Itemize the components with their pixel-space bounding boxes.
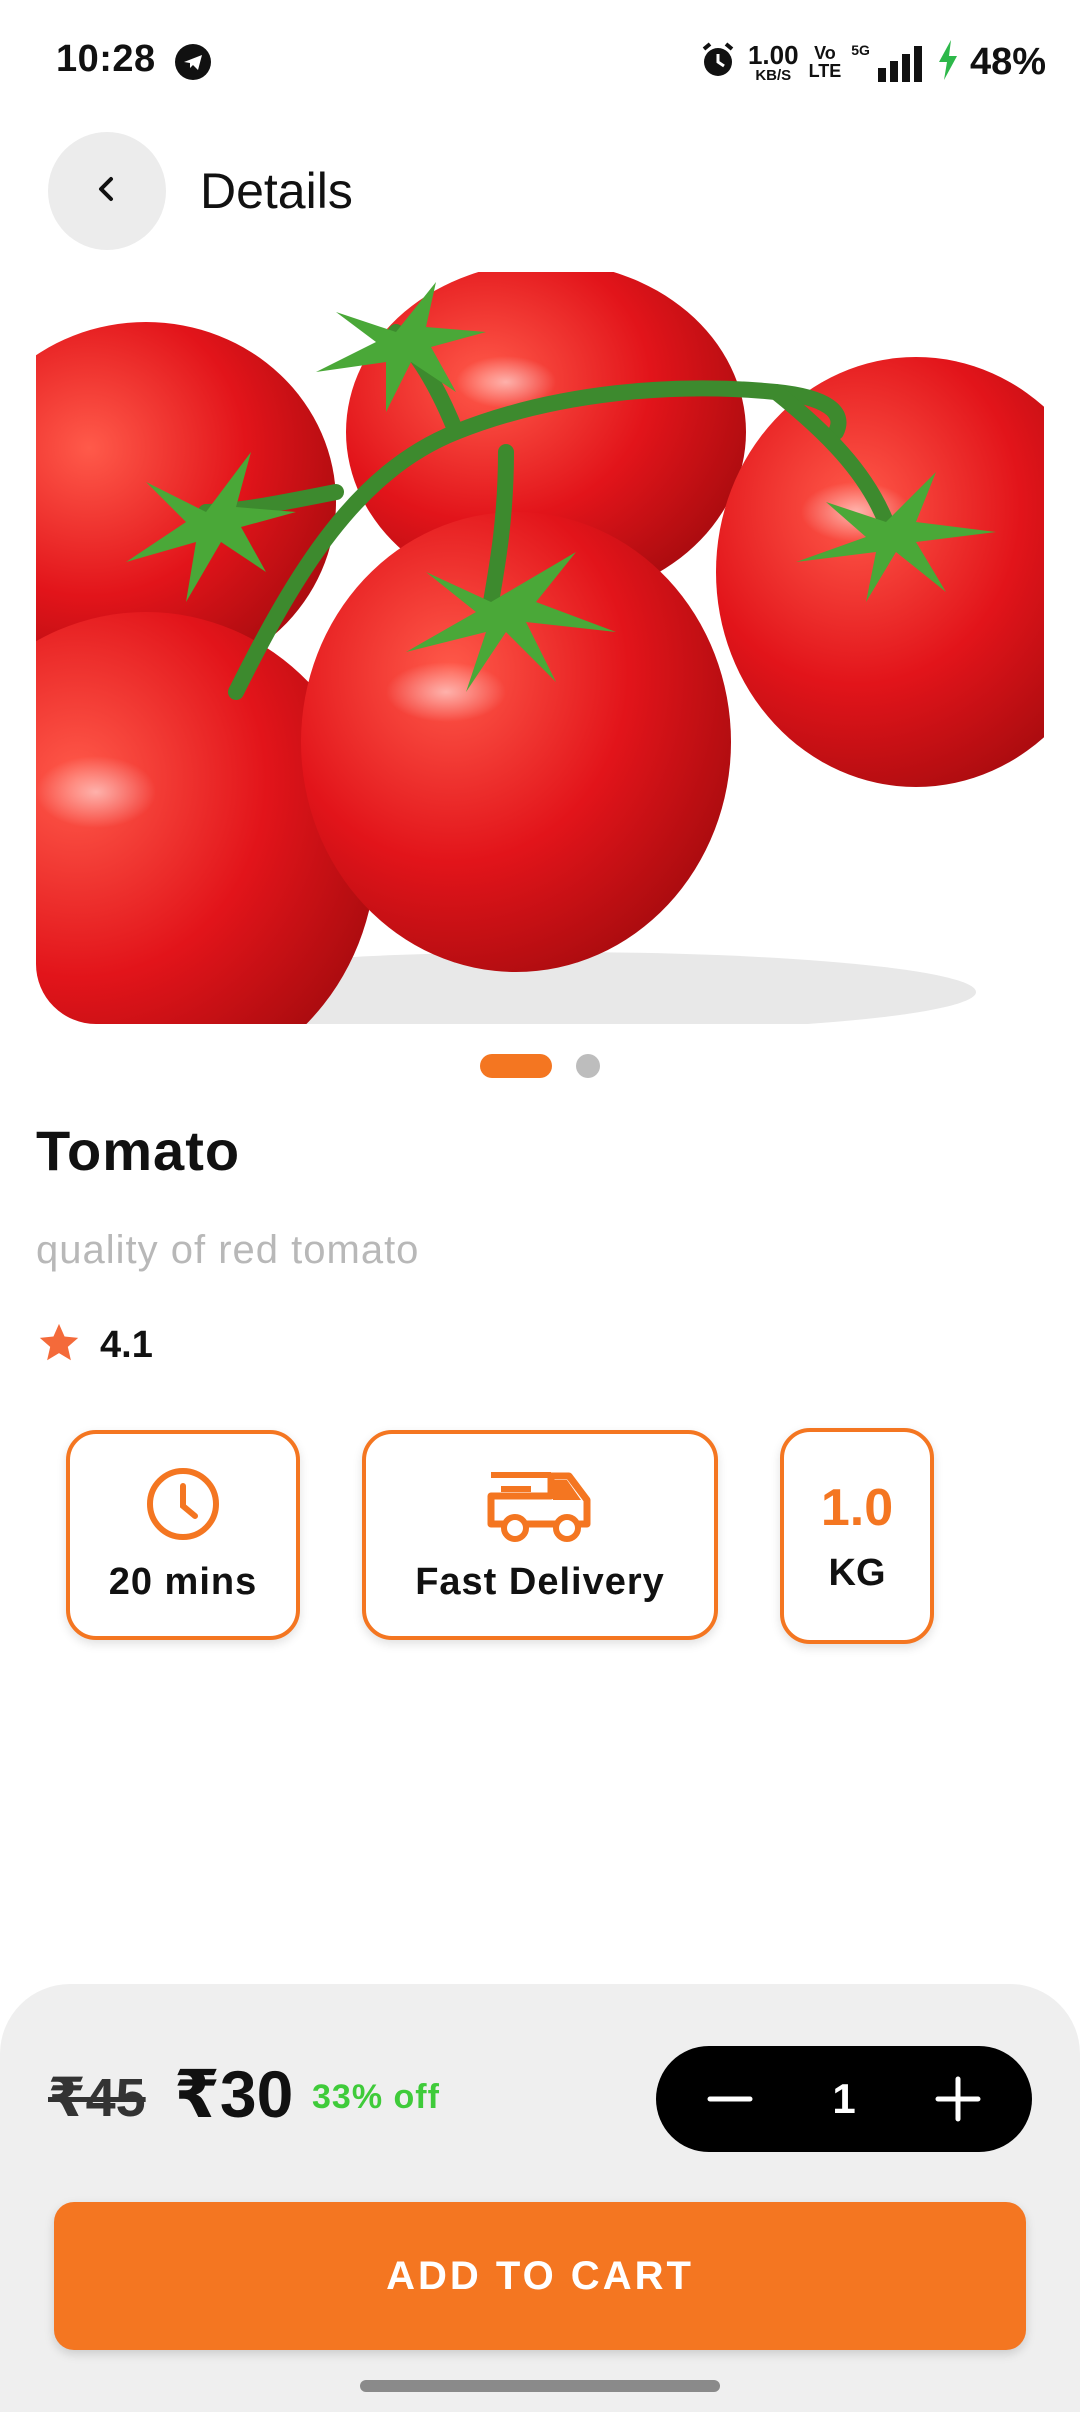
back-button[interactable] bbox=[48, 132, 166, 250]
quantity-stepper: 1 bbox=[656, 2046, 1032, 2152]
alarm-icon bbox=[698, 40, 738, 85]
discount-label: 33% off bbox=[312, 2078, 440, 2116]
status-icons: 1.00 KB/S Vo LTE 5G 48% bbox=[698, 34, 1046, 90]
increase-quantity-button[interactable] bbox=[934, 2075, 982, 2123]
telegram-icon bbox=[175, 44, 211, 80]
fast-delivery-label: Fast Delivery bbox=[415, 1561, 665, 1603]
battery-percent: 48% bbox=[969, 40, 1046, 83]
clock-icon bbox=[145, 1466, 221, 1547]
signal-icon: 5G bbox=[851, 42, 926, 82]
quantity-value: 1 bbox=[832, 2075, 856, 2122]
rating: 4.1 bbox=[36, 1320, 153, 1371]
fast-delivery-card: Fast Delivery bbox=[362, 1430, 718, 1640]
status-time: 10:28 bbox=[56, 38, 156, 80]
weight-card: 1.0 KG bbox=[780, 1428, 934, 1644]
product-description: quality of red tomato bbox=[36, 1228, 420, 1272]
delivery-time-card: 20 mins bbox=[66, 1430, 300, 1640]
product-image[interactable] bbox=[36, 272, 1044, 1024]
page-title: Details bbox=[200, 163, 353, 219]
delivery-time-label: 20 mins bbox=[108, 1561, 258, 1603]
charging-icon bbox=[936, 39, 960, 85]
rating-value: 4.1 bbox=[100, 1324, 153, 1366]
add-to-cart-button[interactable]: ADD TO CART bbox=[54, 2202, 1026, 2350]
network-speed: 1.00 KB/S bbox=[747, 39, 799, 84]
decrease-quantity-button[interactable] bbox=[706, 2075, 754, 2123]
star-icon bbox=[36, 1320, 82, 1371]
original-price: ₹45 bbox=[48, 2068, 146, 2128]
status-bar: 10:28 1.00 KB/S Vo LTE 5G 48% bbox=[0, 0, 1080, 120]
current-price: ₹30 bbox=[174, 2057, 294, 2131]
volte-indicator: Vo LTE bbox=[808, 43, 842, 81]
carousel-dot[interactable] bbox=[576, 1054, 600, 1078]
weight-unit: KG bbox=[828, 1551, 886, 1594]
weight-value: 1.0 bbox=[820, 1478, 894, 1537]
home-indicator[interactable] bbox=[360, 2380, 720, 2392]
product-name: Tomato bbox=[36, 1119, 241, 1182]
truck-icon bbox=[487, 1466, 593, 1547]
chevron-left-icon bbox=[87, 169, 127, 214]
carousel-dot-active[interactable] bbox=[480, 1054, 552, 1078]
